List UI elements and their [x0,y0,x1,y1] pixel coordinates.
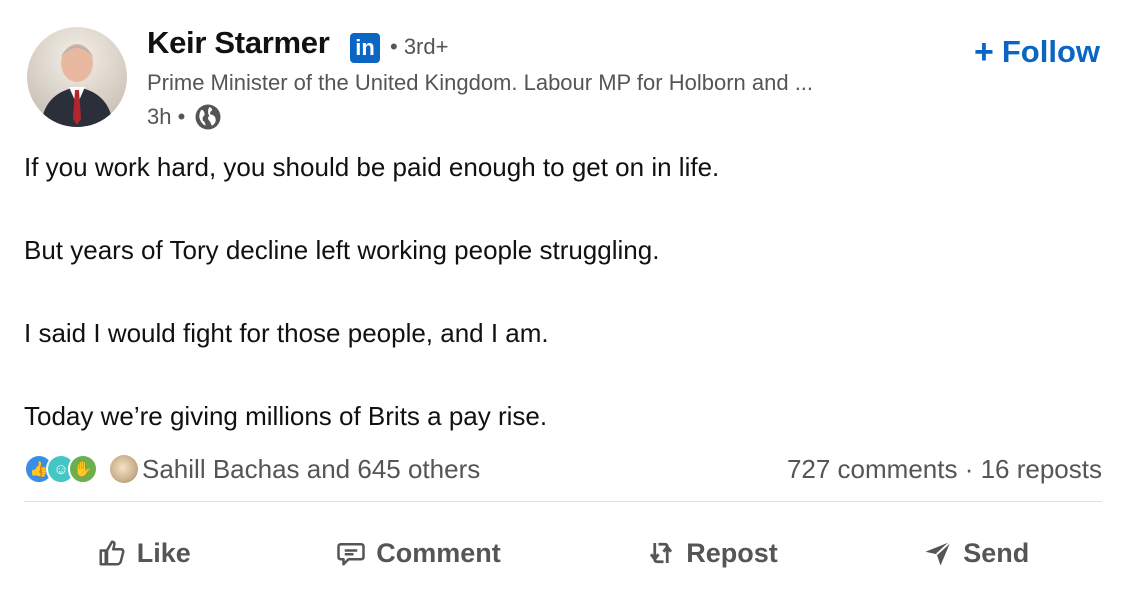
author-headline: Prime Minister of the United Kingdom. La… [147,70,814,95]
repost-icon [650,542,673,564]
celebrate-icon: ✋ [68,454,98,484]
comment-label: Comment [376,537,501,568]
post-text: If you work hard, you should be paid eno… [24,147,1114,479]
reactors[interactable]: Sahill Bachas and 645 others [110,454,480,485]
author-avatar[interactable] [27,27,127,127]
repost-button[interactable]: Repost [646,538,778,569]
avatar-photo-icon [41,44,113,127]
post-paragraph: I said I would fight for those people, a… [24,318,549,348]
comments-reposts-count[interactable]: 727 comments · 16 reposts [787,454,1102,485]
plus-icon: + [973,33,994,71]
send-label: Send [963,537,1030,568]
action-bar: Like Comment Repost Send [24,524,1102,582]
author-name[interactable]: Keir Starmer [147,25,330,61]
post-paragraph: If you work hard, you should be paid eno… [24,152,720,182]
reactions-summary[interactable]: 👍 ☺ ✋ Sahill Bachas and 645 others [24,454,480,485]
repost-label: Repost [686,537,778,568]
reactor-avatar [110,455,138,483]
like-button[interactable]: Like [97,538,191,569]
comment-icon [337,543,365,566]
connection-degree: • 3rd+ [390,34,449,59]
linkedin-badge-icon: in [350,33,380,63]
thumbs-up-icon [99,540,125,566]
globe-icon [195,104,221,130]
like-label: Like [136,537,191,568]
follow-label: Follow [1001,34,1100,69]
post-time: 3h • [147,104,186,129]
send-icon [925,541,952,566]
follow-button[interactable]: + Follow [974,34,1100,70]
send-button[interactable]: Send [923,538,1029,569]
post-paragraph: But years of Tory decline left working p… [24,235,660,265]
post-meta: 3h • [147,102,223,132]
divider [24,501,1102,502]
social-counts: 👍 ☺ ✋ Sahill Bachas and 645 others 727 c… [24,449,1102,489]
reactors-text: Sahill Bachas and 645 others [142,453,481,484]
comment-button[interactable]: Comment [336,538,501,569]
